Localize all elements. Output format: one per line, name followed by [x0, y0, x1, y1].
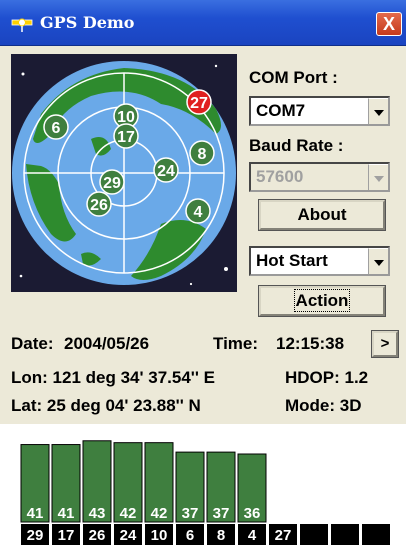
window-title: GPS Demo: [40, 13, 135, 32]
chevron-down-icon[interactable]: [368, 98, 388, 124]
sky-plot: 61017278242926 4: [11, 54, 237, 292]
main-panel: 6 10 17 27 8 24 29 26 4 COM Port : COM7 Baud Rat…: [0, 46, 406, 547]
close-icon: X: [382, 14, 395, 34]
satellite-marker: 27: [186, 89, 212, 115]
chevron-down-icon[interactable]: [368, 248, 388, 274]
satellite-marker: 8: [189, 140, 215, 166]
satellite-icon: [11, 18, 33, 32]
signal-prn-label: 6: [186, 527, 194, 544]
signal-snr-label: 42: [120, 505, 137, 522]
prn-label-box: [331, 524, 359, 545]
signal-snr-label: 42: [151, 505, 168, 522]
title-bar[interactable]: GPS Demo X: [0, 0, 406, 46]
signal-prn-label: 26: [89, 527, 106, 544]
com-port-label: COM Port :: [249, 68, 338, 87]
baud-rate-label: Baud Rate :: [249, 136, 344, 155]
prn-label-box: [300, 524, 328, 545]
signal-prn-label: 4: [248, 527, 257, 544]
satellite-prn-label: 4: [194, 204, 203, 221]
longitude-text: Lon: 121 deg 34' 37.54'' E: [11, 368, 215, 387]
baud-rate-select[interactable]: 57600: [249, 162, 390, 192]
about-button[interactable]: About: [259, 200, 385, 230]
satellite-marker: 26: [86, 191, 112, 217]
chevron-down-icon[interactable]: [368, 164, 388, 190]
signal-snr-label: 37: [182, 505, 199, 522]
signal-prn-label: 27: [275, 527, 292, 544]
time-label: Time:: [213, 334, 259, 353]
latitude-text: Lat: 25 deg 04' 23.88'' N: [11, 396, 201, 415]
satellite-marker: 29: [99, 169, 125, 195]
signal-prn-label: 29: [27, 527, 44, 544]
next-button[interactable]: >: [372, 331, 398, 357]
start-mode-value: Hot Start: [256, 251, 328, 270]
close-button[interactable]: X: [376, 12, 402, 36]
chevron-right-icon: >: [380, 335, 390, 352]
about-button-label: About: [297, 205, 347, 224]
signal-strength-chart: 41 29 41 17 43 26 42 24 42 10 37 6 37 8 36 4 27: [0, 424, 406, 547]
signal-snr-label: 41: [27, 505, 44, 522]
signal-snr-label: 43: [89, 505, 106, 522]
satellite-prn-label: 17: [117, 129, 135, 146]
signal-prn-label: 10: [151, 527, 168, 544]
com-port-value: COM7: [256, 101, 306, 120]
satellite-prn-label: 24: [157, 163, 175, 180]
satellite-prn-label: 6: [52, 120, 61, 137]
fix-mode-text: Mode: 3D: [285, 396, 362, 415]
satellite-prn-label: 29: [103, 175, 121, 192]
signal-snr-label: 37: [213, 505, 230, 522]
satellite-marker: 4: [185, 198, 211, 224]
signal-prn-label: 24: [120, 527, 137, 544]
date-label: Date:: [11, 334, 54, 353]
action-button[interactable]: Action: [259, 286, 385, 316]
signal-prn-label: 8: [217, 527, 225, 544]
signal-snr-label: 41: [58, 505, 75, 522]
action-button-label: Action: [293, 289, 351, 312]
satellite-marker: 17: [113, 123, 139, 149]
prn-label-box: [362, 524, 390, 545]
satellite-prn-label: 26: [90, 197, 108, 214]
start-mode-select[interactable]: Hot Start: [249, 246, 390, 276]
signal-snr-label: 36: [244, 505, 261, 522]
baud-rate-value: 57600: [256, 167, 304, 186]
time-value: 12:15:38: [276, 334, 345, 353]
com-port-select[interactable]: COM7: [249, 96, 390, 126]
satellite-marker: 24: [153, 157, 179, 183]
satellite-prn-label: 27: [190, 95, 208, 112]
satellite-prn-label: 8: [198, 146, 207, 163]
hdop-text: HDOP: 1.2: [285, 368, 369, 387]
signal-prn-label: 17: [58, 527, 75, 544]
date-value: 2004/05/26: [64, 334, 150, 353]
satellite-marker: 6: [43, 114, 69, 140]
